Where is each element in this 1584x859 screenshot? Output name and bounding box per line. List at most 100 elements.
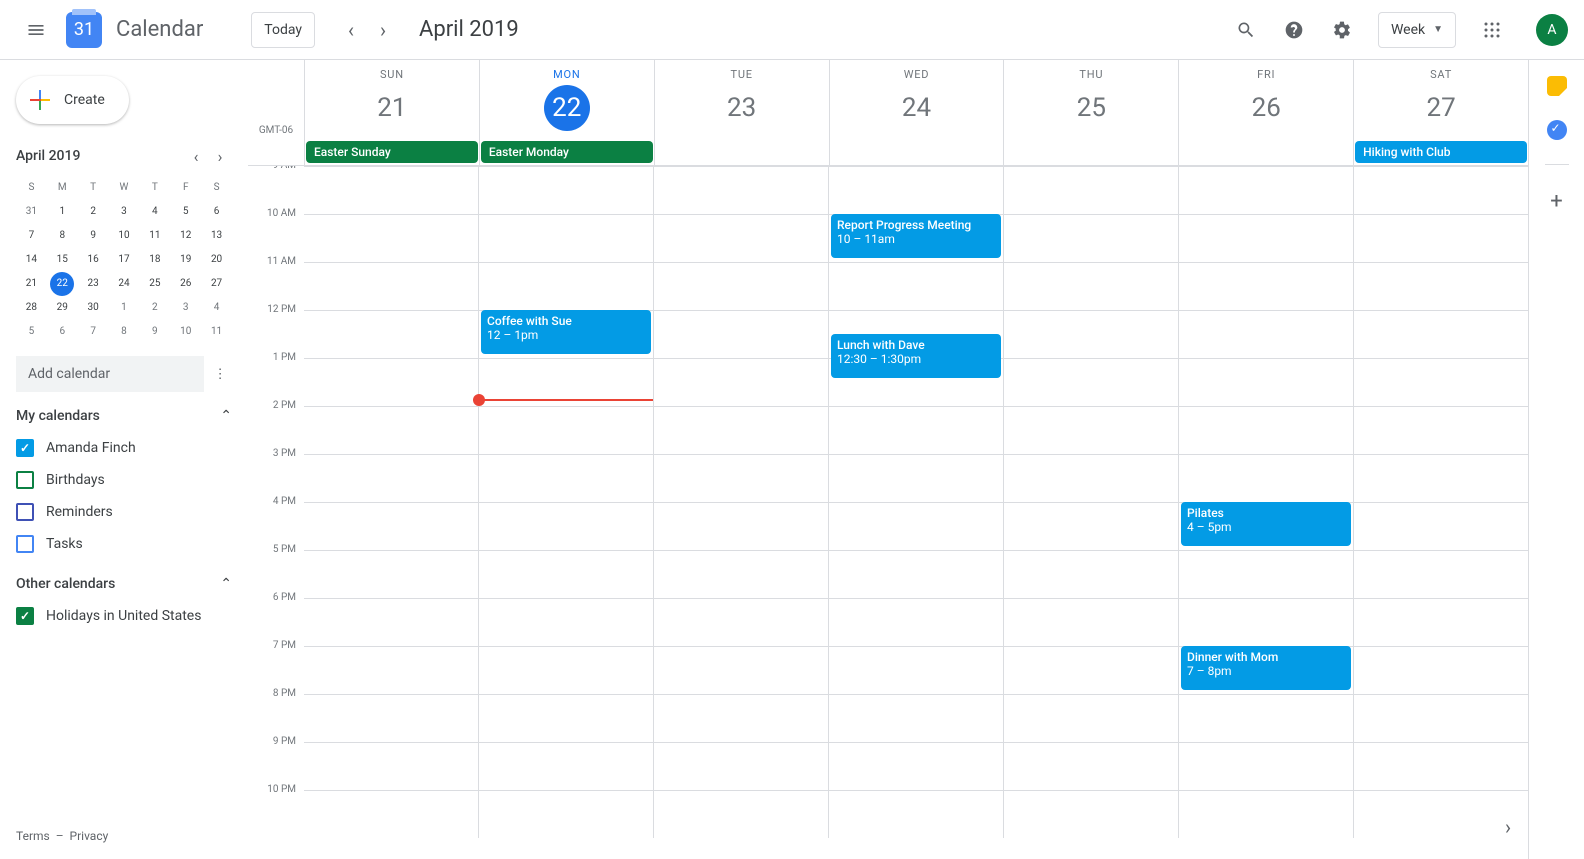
day-header[interactable]: FRI26 bbox=[1178, 60, 1353, 140]
day-header[interactable]: WED24 bbox=[829, 60, 1004, 140]
mini-day[interactable]: 8 bbox=[47, 224, 78, 248]
day-number[interactable]: 27 bbox=[1418, 85, 1464, 131]
allday-event[interactable]: Easter Sunday bbox=[306, 141, 478, 163]
calendar-event[interactable]: Dinner with Mom7 – 8pm bbox=[1181, 646, 1351, 690]
day-number[interactable]: 24 bbox=[894, 85, 940, 131]
google-apps-button[interactable] bbox=[1472, 10, 1512, 50]
mini-day[interactable]: 10 bbox=[170, 320, 201, 344]
day-column[interactable] bbox=[653, 166, 828, 838]
mini-day[interactable]: 11 bbox=[139, 224, 170, 248]
day-number[interactable]: 23 bbox=[719, 85, 765, 131]
day-header[interactable]: TUE23 bbox=[654, 60, 829, 140]
calendar-list-item[interactable]: Tasks bbox=[16, 528, 248, 560]
mini-day[interactable]: 20 bbox=[201, 248, 232, 272]
calendar-checkbox[interactable] bbox=[16, 439, 34, 457]
allday-cell[interactable]: Easter Sunday bbox=[304, 140, 479, 165]
allday-event[interactable]: Hiking with Club bbox=[1355, 141, 1527, 163]
calendar-checkbox[interactable] bbox=[16, 535, 34, 553]
calendar-list-item[interactable]: Amanda Finch bbox=[16, 432, 248, 464]
mini-day[interactable]: 13 bbox=[201, 224, 232, 248]
mini-prev-month-button[interactable]: ‹ bbox=[184, 144, 208, 168]
mini-day[interactable]: 9 bbox=[78, 224, 109, 248]
calendar-checkbox[interactable] bbox=[16, 607, 34, 625]
mini-day[interactable]: 25 bbox=[139, 272, 170, 296]
mini-day[interactable]: 3 bbox=[109, 200, 140, 224]
calendar-checkbox[interactable] bbox=[16, 503, 34, 521]
my-calendars-toggle[interactable]: My calendars ⌃ bbox=[16, 408, 248, 424]
mini-day[interactable]: 21 bbox=[16, 272, 47, 296]
allday-cell[interactable] bbox=[654, 140, 829, 165]
calendar-event[interactable]: Pilates4 – 5pm bbox=[1181, 502, 1351, 546]
prev-week-button[interactable]: ‹ bbox=[335, 14, 367, 46]
privacy-link[interactable]: Privacy bbox=[70, 829, 109, 843]
day-column[interactable] bbox=[1003, 166, 1178, 838]
add-calendar-button[interactable]: Add calendar bbox=[16, 356, 204, 392]
day-number[interactable]: 21 bbox=[369, 85, 415, 131]
calendar-list-item[interactable]: Holidays in United States bbox=[16, 600, 248, 632]
mini-day[interactable]: 3 bbox=[170, 296, 201, 320]
mini-day[interactable]: 4 bbox=[139, 200, 170, 224]
mini-day[interactable]: 31 bbox=[16, 200, 47, 224]
mini-day[interactable]: 14 bbox=[16, 248, 47, 272]
search-button[interactable] bbox=[1226, 10, 1266, 50]
mini-day[interactable]: 5 bbox=[16, 320, 47, 344]
mini-day[interactable]: 6 bbox=[47, 320, 78, 344]
mini-next-month-button[interactable]: › bbox=[208, 144, 232, 168]
terms-link[interactable]: Terms bbox=[16, 829, 50, 843]
allday-event[interactable]: Easter Monday bbox=[481, 141, 653, 163]
day-number[interactable]: 22 bbox=[544, 85, 590, 131]
allday-cell[interactable] bbox=[1003, 140, 1178, 165]
mini-day[interactable]: 8 bbox=[109, 320, 140, 344]
calendar-event[interactable]: Report Progress Meeting10 – 11am bbox=[831, 214, 1001, 258]
calendar-checkbox[interactable] bbox=[16, 471, 34, 489]
other-calendars-toggle[interactable]: Other calendars ⌃ bbox=[16, 576, 248, 592]
allday-cell[interactable]: Hiking with Club bbox=[1353, 140, 1528, 165]
mini-day[interactable]: 27 bbox=[201, 272, 232, 296]
mini-day[interactable]: 15 bbox=[47, 248, 78, 272]
mini-day[interactable]: 7 bbox=[78, 320, 109, 344]
mini-day[interactable]: 4 bbox=[201, 296, 232, 320]
mini-day[interactable]: 11 bbox=[201, 320, 232, 344]
help-button[interactable] bbox=[1274, 10, 1314, 50]
main-menu-button[interactable] bbox=[16, 10, 56, 50]
mini-day[interactable]: 5 bbox=[170, 200, 201, 224]
mini-day[interactable]: 22 bbox=[50, 272, 74, 296]
day-header[interactable]: THU25 bbox=[1003, 60, 1178, 140]
day-column[interactable]: Coffee with Sue12 – 1pm bbox=[478, 166, 653, 838]
allday-cell[interactable] bbox=[829, 140, 1004, 165]
mini-day[interactable]: 12 bbox=[170, 224, 201, 248]
day-column[interactable]: Pilates4 – 5pm Dinner with Mom7 – 8pm bbox=[1178, 166, 1353, 838]
mini-day[interactable]: 1 bbox=[47, 200, 78, 224]
allday-cell[interactable]: Easter Monday bbox=[479, 140, 654, 165]
tasks-icon[interactable] bbox=[1547, 120, 1567, 140]
day-column[interactable] bbox=[1353, 166, 1528, 838]
day-number[interactable]: 26 bbox=[1243, 85, 1289, 131]
mini-day[interactable]: 29 bbox=[47, 296, 78, 320]
calendar-event[interactable]: Coffee with Sue12 – 1pm bbox=[481, 310, 651, 354]
mini-day[interactable]: 28 bbox=[16, 296, 47, 320]
time-scroll-area[interactable]: 9 AM10 AM11 AM12 PM1 PM2 PM3 PM4 PM5 PM6… bbox=[248, 166, 1528, 859]
allday-cell[interactable] bbox=[1178, 140, 1353, 165]
mini-day[interactable]: 2 bbox=[139, 296, 170, 320]
day-header[interactable]: MON22 bbox=[479, 60, 654, 140]
calendar-list-item[interactable]: Birthdays bbox=[16, 464, 248, 496]
calendar-event[interactable]: Lunch with Dave12:30 – 1:30pm bbox=[831, 334, 1001, 378]
day-column[interactable]: Report Progress Meeting10 – 11am Lunch wi… bbox=[828, 166, 1003, 838]
account-avatar[interactable]: A bbox=[1536, 14, 1568, 46]
create-button[interactable]: Create bbox=[16, 76, 129, 124]
mini-day[interactable]: 19 bbox=[170, 248, 201, 272]
day-header[interactable]: SUN21 bbox=[304, 60, 479, 140]
mini-day[interactable]: 10 bbox=[109, 224, 140, 248]
mini-day[interactable]: 30 bbox=[78, 296, 109, 320]
mini-day[interactable]: 6 bbox=[201, 200, 232, 224]
add-calendar-overflow-button[interactable]: ⋮ bbox=[208, 362, 232, 386]
mini-day[interactable]: 17 bbox=[109, 248, 140, 272]
settings-button[interactable] bbox=[1322, 10, 1362, 50]
mini-day[interactable]: 1 bbox=[109, 296, 140, 320]
day-column[interactable] bbox=[304, 166, 478, 838]
mini-day[interactable]: 26 bbox=[170, 272, 201, 296]
view-switcher-button[interactable]: Week ▼ bbox=[1378, 12, 1456, 48]
get-addons-button[interactable]: + bbox=[1550, 189, 1562, 214]
mini-day[interactable]: 23 bbox=[78, 272, 109, 296]
day-header[interactable]: SAT27 bbox=[1353, 60, 1528, 140]
